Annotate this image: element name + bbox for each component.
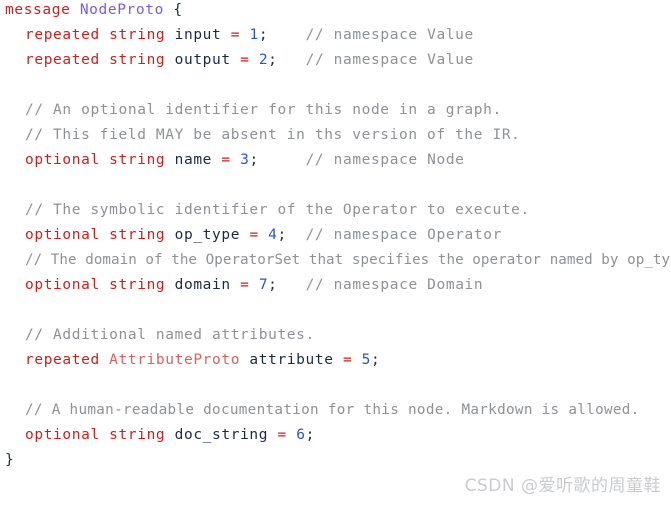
code-token: // namespace Value: [305, 52, 474, 68]
code-token: // namespace Node: [305, 152, 465, 168]
code-token: =: [277, 427, 287, 443]
code-token: // namespace Value: [305, 27, 474, 43]
code-token: optional: [25, 152, 100, 168]
code-token: message: [5, 2, 71, 18]
code-token: doc_string: [165, 427, 278, 443]
code-line: // An optional identifier for this node …: [0, 102, 502, 119]
code-token: ;: [371, 352, 381, 368]
code-token: input: [165, 27, 231, 43]
code-token: =: [230, 27, 241, 43]
code-token: // The domain of the OperatorSet that sp…: [25, 252, 671, 268]
code-line: // Additional named attributes.: [0, 327, 315, 344]
code-token: string: [109, 27, 166, 43]
code-token: // An optional identifier for this node …: [25, 102, 502, 118]
code-token: 5: [361, 352, 372, 368]
csdn-watermark: CSDN @爱听歌的周童鞋: [464, 476, 661, 496]
code-token: // A human-readable documentation for th…: [25, 402, 640, 418]
code-token: 7: [258, 277, 269, 293]
code-token: repeated: [25, 27, 100, 43]
code-token: ;: [258, 27, 269, 43]
code-token: attribute: [240, 352, 343, 368]
code-token: output: [165, 52, 241, 68]
code-token: op_type: [165, 227, 250, 243]
code-token: {: [173, 2, 183, 18]
code-token: // namespace Operator: [305, 227, 502, 243]
code-token: domain: [165, 277, 241, 293]
code-token: ;: [268, 277, 278, 293]
code-line: optional string doc_string = 6;: [0, 427, 315, 444]
code-token: string: [109, 277, 166, 293]
code-line: optional string op_type = 4; // namespac…: [0, 227, 502, 244]
code-token: =: [342, 352, 353, 368]
code-token: 1: [249, 27, 259, 43]
code-token: string: [109, 427, 166, 443]
code-block: message NodeProto { repeated string input…: [0, 0, 671, 506]
code-token: }: [5, 452, 15, 468]
code-token: repeated: [25, 352, 100, 368]
code-token: repeated: [25, 52, 100, 68]
code-token: name: [165, 152, 222, 168]
code-line: optional string name = 3; // namespace N…: [0, 152, 465, 169]
code-token: ;: [277, 227, 287, 243]
code-line: // The symbolic identifier of the Operat…: [0, 202, 530, 219]
code-token: 6: [296, 427, 306, 443]
code-token: ;: [305, 427, 315, 443]
code-line: // The domain of the OperatorSet that sp…: [0, 252, 671, 269]
code-line: repeated string input = 1; // namespace …: [0, 27, 474, 44]
code-token: NodeProto: [79, 2, 164, 18]
code-token: string: [109, 227, 166, 243]
code-token: 4: [268, 227, 278, 243]
code-line: repeated AttributeProto attribute = 5;: [0, 352, 380, 369]
code-line: }: [0, 452, 14, 469]
code-token: // This field MAY be absent in ths versi…: [25, 127, 521, 143]
code-token: // Additional named attributes.: [25, 327, 315, 343]
code-token: 2: [258, 52, 269, 68]
code-token: ;: [268, 52, 278, 68]
code-token: optional: [25, 427, 100, 443]
code-line: // A human-readable documentation for th…: [0, 402, 640, 419]
code-line: // This field MAY be absent in ths versi…: [0, 127, 521, 144]
code-token: AttributeProto: [109, 352, 241, 368]
code-line: repeated string output = 2; // namespace…: [0, 52, 474, 69]
code-token: string: [109, 152, 166, 168]
code-line: optional string domain = 7; // namespace…: [0, 277, 483, 294]
code-token: =: [221, 152, 231, 168]
code-token: optional: [25, 277, 100, 293]
code-token: ;: [249, 152, 259, 168]
code-token: // namespace Domain: [305, 277, 484, 293]
code-token: =: [249, 227, 259, 243]
code-line: message NodeProto {: [0, 2, 183, 19]
code-token: optional: [25, 227, 100, 243]
code-token: // The symbolic identifier of the Operat…: [25, 202, 530, 218]
code-token: string: [109, 52, 166, 68]
